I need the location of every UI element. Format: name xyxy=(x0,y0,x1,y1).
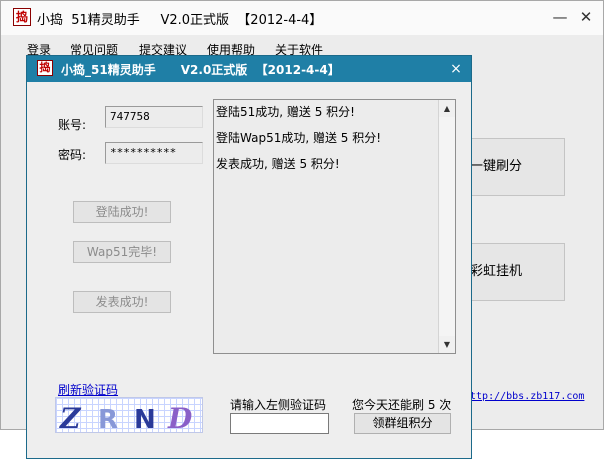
login-status-button[interactable]: 登陆成功! xyxy=(73,201,171,223)
login-dialog: 捣 小捣_51精灵助手 V2.0正式版 【2012-4-4】 × 账号: 747… xyxy=(26,55,472,459)
code-prompt-label: 请输入左侧验证码 xyxy=(230,398,327,412)
log-line: 登陆51成功, 赠送 5 积分! xyxy=(216,105,355,119)
account-field[interactable]: 747758 xyxy=(105,106,203,128)
dialog-close-icon[interactable]: × xyxy=(447,60,465,78)
refresh-captcha-link[interactable]: 刷新验证码 xyxy=(58,381,118,398)
log-scrollbar[interactable]: ▲ ▼ xyxy=(438,100,455,353)
password-field[interactable]: ********** xyxy=(105,142,203,164)
wap51-status-button[interactable]: Wap51完毕! xyxy=(73,241,171,263)
dialog-logo-icon: 捣 xyxy=(37,60,53,76)
dialog-title: 小捣_51精灵助手 V2.0正式版 【2012-4-4】 xyxy=(61,63,340,77)
close-icon[interactable]: ✕ xyxy=(575,7,597,27)
captcha-char: R xyxy=(98,405,118,433)
password-label: 密码: xyxy=(58,148,87,162)
scroll-up-icon[interactable]: ▲ xyxy=(439,100,455,117)
captcha-char: D xyxy=(167,402,193,433)
captcha-image[interactable]: Z R N D xyxy=(55,397,203,433)
app-logo-icon: 捣 xyxy=(13,8,31,26)
captcha-glyphs: Z R N D xyxy=(59,402,193,433)
captcha-input[interactable] xyxy=(230,413,329,434)
main-window-title: 小捣 51精灵助手 V2.0正式版 【2012-4-4】 xyxy=(37,13,323,28)
captcha-char: N xyxy=(134,405,156,433)
claim-group-points-button[interactable]: 领群组积分 xyxy=(354,413,451,434)
log-line: 发表成功, 赠送 5 积分! xyxy=(216,157,340,171)
post-status-button[interactable]: 发表成功! xyxy=(73,291,171,313)
account-label: 账号: xyxy=(58,118,87,132)
captcha-char: Z xyxy=(59,402,82,433)
scroll-down-icon[interactable]: ▼ xyxy=(439,336,455,353)
remaining-count-label: 您今天还能刷 5 次 xyxy=(352,398,452,412)
forum-link[interactable]: http://bbs.zb117.com xyxy=(464,391,584,402)
minimize-icon[interactable]: — xyxy=(549,7,571,27)
log-line: 登陆Wap51成功, 赠送 5 积分! xyxy=(216,131,382,145)
main-title-bar: 捣 小捣 51精灵助手 V2.0正式版 【2012-4-4】 — ✕ xyxy=(1,1,603,35)
log-textarea[interactable]: 登陆51成功, 赠送 5 积分! 登陆Wap51成功, 赠送 5 积分! 发表成… xyxy=(213,99,456,354)
dialog-title-bar: 捣 小捣_51精灵助手 V2.0正式版 【2012-4-4】 × xyxy=(27,56,471,82)
